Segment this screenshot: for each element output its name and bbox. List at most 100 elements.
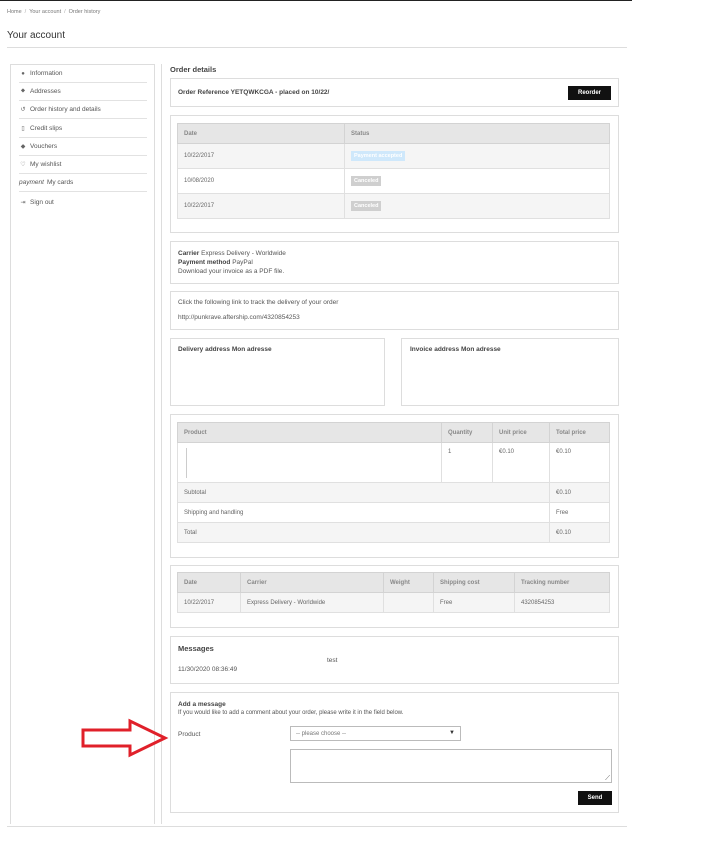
sidebar-item-sign-out[interactable]: ⇥ Sign out [19, 193, 147, 211]
add-message-box: Add a message If you would like to add a… [170, 692, 619, 813]
annotation-arrow-icon [81, 718, 169, 758]
col-date: Date [177, 123, 345, 144]
breadcrumb: Home / Your account / Order history [7, 9, 101, 15]
sidebar-item-label: Sign out [30, 198, 54, 206]
sidebar-item-label: Credit slips [30, 125, 63, 132]
breadcrumb-current: Order history [68, 9, 101, 15]
history-icon: ↺ [20, 107, 26, 113]
shipping-label: Shipping and handling [177, 502, 550, 523]
content-divider [161, 64, 162, 824]
sidebar-item-my-cards[interactable]: payment My cards [19, 174, 147, 192]
total-value: €0.10 [549, 522, 610, 543]
delivery-address-box: Delivery address Mon adresse [170, 338, 385, 406]
invoice-address-box: Invoice address Mon adresse [401, 338, 619, 406]
file-icon: ▯ [21, 126, 25, 132]
col-carrier: Carrier [240, 572, 384, 593]
status-badge: Payment accepted [351, 151, 406, 161]
top-border [0, 0, 632, 1]
col-status: Status [344, 123, 610, 144]
col-shipping-cost: Shipping cost [433, 572, 515, 593]
page-title: Your account [7, 30, 66, 41]
footer-divider [7, 826, 627, 827]
table-row: 10/22/2017 Express Delivery - Worldwide … [177, 592, 610, 613]
subtotal-label: Subtotal [177, 482, 550, 503]
reorder-button[interactable]: Reorder [568, 86, 611, 100]
message-timestamp: 11/30/2020 08:36:49 [178, 666, 238, 673]
product-thumbnail [186, 447, 187, 478]
subtotal-value: €0.10 [549, 482, 610, 503]
heart-icon: ♡ [20, 162, 26, 168]
product-select-value: -- please choose -- [296, 730, 347, 737]
shipping-weight [383, 592, 434, 613]
shipping-row: Shipping and handling Free [177, 502, 610, 523]
sidebar-item-wishlist[interactable]: ♡ My wishlist [19, 156, 147, 174]
send-button[interactable]: Send [578, 791, 612, 805]
order-reference-box: Order Reference YETQWKCGA - placed on 10… [170, 78, 619, 107]
order-reference-text: Order Reference YETQWKCGA - placed on 10… [178, 89, 330, 96]
shipping-value: Free [549, 502, 610, 523]
carrier-info-box: Carrier Express Delivery - Worldwide Pay… [170, 241, 619, 284]
col-unit-price: Unit price [492, 422, 550, 443]
status-date: 10/22/2017 [177, 143, 345, 169]
sidebar-item-addresses[interactable]: ⬥ Addresses [19, 83, 147, 101]
col-weight: Weight [383, 572, 434, 593]
sidebar-item-label: Information [30, 70, 63, 77]
table-row: 10/22/2017 Payment accepted [177, 143, 610, 169]
add-message-subtitle: If you would like to add a comment about… [178, 710, 404, 716]
product-quantity: 1 [441, 442, 493, 483]
table-row: 10/08/2020 Canceled [177, 168, 610, 194]
table-row: 1 €0.10 €0.10 [177, 442, 610, 483]
title-divider [7, 47, 627, 48]
product-unit-price: €0.10 [492, 442, 550, 483]
breadcrumb-home[interactable]: Home [7, 9, 22, 15]
sidebar-item-order-history[interactable]: ↺ Order history and details [19, 101, 147, 119]
carrier-value: Express Delivery - Worldwide [201, 250, 286, 257]
tracking-box: Click the following link to track the de… [170, 291, 619, 330]
add-message-title: Add a message [178, 701, 226, 708]
breadcrumb-account[interactable]: Your account [29, 9, 61, 15]
delivery-address-title: Delivery address Mon adresse [178, 346, 272, 353]
carrier-line: Carrier Express Delivery - Worldwide [178, 250, 286, 257]
subtotal-row: Subtotal €0.10 [177, 482, 610, 503]
shipping-table: Date Carrier Weight Shipping cost Tracki… [177, 572, 610, 613]
total-label: Total [177, 522, 550, 543]
status-badge: Canceled [351, 201, 382, 211]
tracking-number: 4320854253 [514, 592, 610, 613]
col-quantity: Quantity [441, 422, 493, 443]
invoice-address-title: Invoice address Mon adresse [410, 346, 501, 353]
sign-out-icon: ⇥ [20, 199, 26, 206]
invoice-download-link[interactable]: Download your invoice as a PDF file. [178, 268, 284, 275]
col-date: Date [177, 572, 241, 593]
sidebar-item-information[interactable]: ● Information [19, 65, 147, 83]
payment-line: Payment method PayPal [178, 259, 253, 266]
total-row: Total €0.10 [177, 522, 610, 543]
status-date: 10/22/2017 [177, 193, 345, 219]
status-table: Date Status 10/22/2017 Payment accepted 1… [177, 123, 610, 219]
user-icon: ● [21, 70, 25, 77]
sidebar-item-credit-slips[interactable]: ▯ Credit slips [19, 120, 147, 138]
tags-icon: ◆ [20, 144, 26, 150]
resize-handle-icon[interactable]: ⟋ [605, 775, 610, 782]
status-badge: Canceled [351, 176, 382, 186]
sidebar-item-label: Addresses [30, 88, 61, 95]
product-select[interactable]: -- please choose -- ▼ [290, 726, 461, 741]
table-row: 10/22/2017 Canceled [177, 193, 610, 219]
payment-prefix: payment [19, 179, 44, 186]
product-label: Product [178, 731, 201, 738]
sidebar-item-vouchers[interactable]: ◆ Vouchers [19, 138, 147, 156]
messages-title: Messages [178, 644, 214, 653]
product-total-price: €0.10 [549, 442, 610, 483]
shipping-carrier: Express Delivery - Worldwide [240, 592, 384, 613]
col-product: Product [177, 422, 442, 443]
chevron-down-icon: ▼ [449, 730, 455, 736]
sidebar-item-label: Vouchers [30, 143, 58, 150]
messages-box: Messages test 11/30/2020 08:36:49 [170, 636, 619, 684]
tracking-link[interactable]: http://punkrave.aftership.com/4320854253 [178, 314, 300, 321]
col-tracking-number: Tracking number [514, 572, 610, 593]
sidebar-item-label: My wishlist [30, 161, 62, 168]
sidebar-item-label: My cards [46, 179, 74, 186]
sidebar-item-label: Order history and details [30, 106, 101, 113]
account-sidebar: ● Information ⬥ Addresses ↺ Order history a… [10, 64, 155, 824]
map-marker-icon: ⬥ [20, 88, 26, 94]
message-textarea[interactable]: ⟋ [290, 749, 612, 783]
